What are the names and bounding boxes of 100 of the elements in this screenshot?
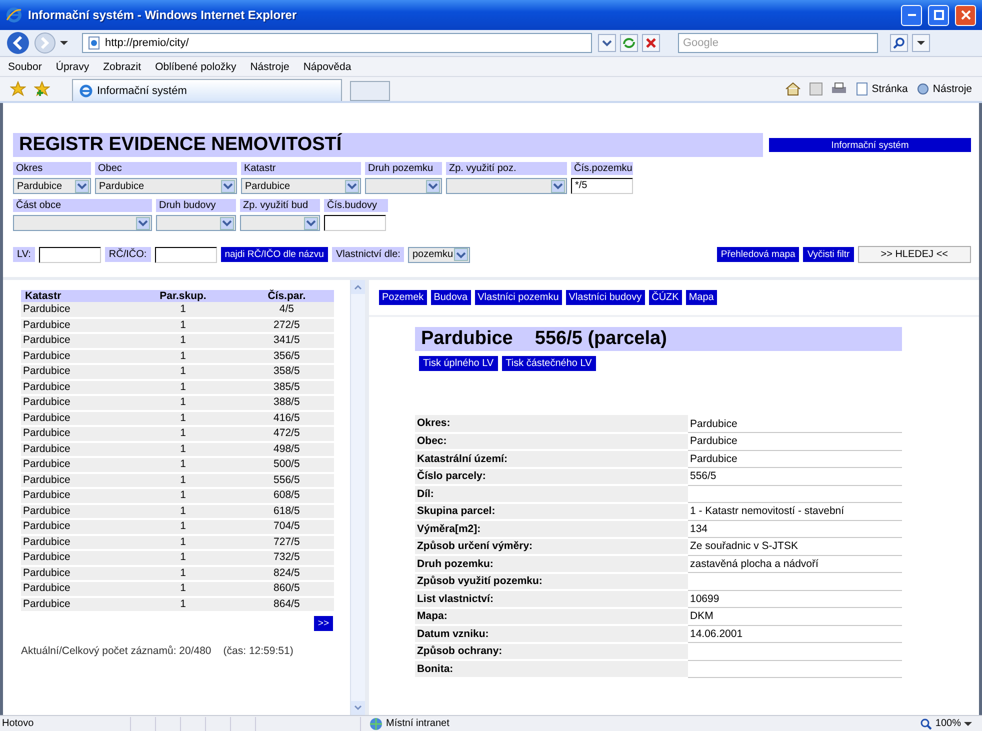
- toolbar-button[interactable]: Nástroje: [916, 82, 972, 96]
- table-cell: Pardubice: [21, 550, 127, 566]
- table-cell: 388/5: [239, 395, 334, 410]
- favorites-star-icon[interactable]: [10, 81, 26, 97]
- caret-icon: [456, 250, 466, 258]
- tab[interactable]: ČÚZK: [648, 290, 682, 305]
- tab[interactable]: Vlastníci budovy: [566, 290, 645, 305]
- field-value: 556/5: [688, 468, 902, 485]
- dropdown[interactable]: Pardubice: [95, 178, 237, 194]
- table-cell: 1: [126, 550, 240, 566]
- minimize-button[interactable]: [901, 4, 922, 26]
- menu-item[interactable]: Zobrazit: [103, 60, 142, 72]
- search-icon: [893, 37, 905, 49]
- caret-icon: [964, 720, 972, 726]
- status-text: Hotovo: [1, 718, 35, 729]
- field-value: 10699: [688, 590, 902, 608]
- browser-tab[interactable]: Informační systém: [72, 79, 342, 101]
- table-cell: Pardubice: [21, 302, 127, 318]
- dropdown[interactable]: Pardubice: [241, 178, 361, 194]
- caret-icon: [553, 182, 563, 190]
- zoom-control[interactable]: 100%: [920, 718, 972, 730]
- action-button[interactable]: Vyčisti filtr: [803, 247, 854, 262]
- table-cell: 4/5: [239, 302, 334, 318]
- browser-logo-icon: [6, 7, 22, 23]
- menu-item[interactable]: Nástroje: [250, 60, 290, 72]
- table-cell: 1: [126, 302, 240, 318]
- menu-item[interactable]: Úpravy: [56, 60, 90, 72]
- search-options-button[interactable]: [912, 34, 930, 52]
- tab[interactable]: Mapa: [686, 290, 717, 305]
- tab-title: Informační systém: [97, 84, 187, 96]
- menu-item[interactable]: Oblíbené položky: [155, 60, 236, 72]
- caret-icon[interactable]: [60, 40, 68, 46]
- field-label: Díl:: [415, 485, 688, 502]
- field-label: Katastrální území:: [415, 450, 688, 468]
- next-page-button[interactable]: >>: [314, 616, 333, 631]
- caret-icon: [223, 182, 233, 190]
- search-button[interactable]: [890, 34, 908, 52]
- close-button[interactable]: [955, 4, 976, 26]
- field-label: Zp. využití bud: [240, 199, 320, 212]
- find-button[interactable]: najdi RČ/IČO dle názvu: [220, 247, 328, 262]
- table-cell: 1: [126, 395, 240, 410]
- table-cell: 1: [126, 519, 240, 534]
- dropdown[interactable]: [156, 215, 236, 231]
- home-icon[interactable]: [784, 82, 801, 96]
- tab[interactable]: Budova: [430, 290, 471, 305]
- table-cell: Pardubice: [21, 581, 127, 596]
- input-field[interactable]: [154, 246, 217, 262]
- input-field[interactable]: */5: [571, 178, 633, 194]
- menu-item[interactable]: Nápověda: [303, 60, 352, 72]
- field-label: Druh budovy: [156, 199, 236, 212]
- field-label: Datum vzniku:: [415, 625, 688, 642]
- minimize-icon: [908, 14, 916, 16]
- dropdown-button[interactable]: [598, 34, 616, 52]
- caret-icon: [428, 182, 438, 190]
- toolbar-button[interactable]: Stránka: [854, 82, 908, 96]
- action-button[interactable]: Přehledová mapa: [716, 247, 800, 262]
- parcel-place: Pardubice: [421, 328, 513, 350]
- caret-icon: [138, 219, 148, 227]
- stop-button[interactable]: [642, 34, 660, 52]
- table-cell: 1: [126, 581, 240, 596]
- zoom-icon: [920, 718, 932, 730]
- dropdown[interactable]: [13, 215, 152, 231]
- refresh-button[interactable]: [620, 34, 638, 52]
- search-button[interactable]: >> HLEDEJ <<: [858, 246, 971, 263]
- table-cell: 1: [126, 457, 240, 472]
- input-field[interactable]: [38, 246, 101, 262]
- field-value: zastavěná plocha a nádvoří: [688, 555, 902, 572]
- maximize-button[interactable]: [928, 4, 949, 26]
- scroll-up-button[interactable]: [351, 280, 365, 294]
- print-icon[interactable]: [830, 82, 847, 96]
- zone-label: Místní intranet: [386, 718, 450, 729]
- table-cell: 1: [126, 488, 240, 504]
- table-cell: Pardubice: [21, 426, 127, 442]
- dropdown[interactable]: [365, 178, 442, 194]
- field-label: Čís.pozemku: [571, 162, 633, 175]
- scroll-down-button[interactable]: [351, 701, 365, 715]
- field-value: 1 - Katastr nemovitostí - stavební: [688, 502, 902, 520]
- menu-item[interactable]: Soubor: [8, 60, 42, 72]
- table-cell: Pardubice: [21, 333, 127, 348]
- field-label: Druh pozemku:: [415, 555, 688, 572]
- dropdown[interactable]: pozemku: [408, 246, 470, 262]
- input-field[interactable]: [324, 215, 386, 231]
- table-cell: Pardubice: [21, 519, 127, 534]
- globe-icon: [369, 716, 383, 730]
- system-button[interactable]: Informační systém: [769, 138, 971, 152]
- tab[interactable]: Vlastníci pozemku: [474, 290, 562, 305]
- caret-icon: [347, 182, 357, 190]
- parcel-number: 556/5 (parcela): [534, 328, 667, 350]
- dropdown[interactable]: [446, 178, 567, 194]
- add-favorite-icon[interactable]: [34, 81, 50, 97]
- address-field[interactable]: http://premio/city/: [82, 33, 592, 53]
- back-icon[interactable]: [6, 31, 30, 55]
- dropdown[interactable]: Pardubice: [13, 178, 91, 194]
- tab[interactable]: Pozemek: [379, 290, 427, 305]
- maximize-icon: [934, 10, 944, 20]
- print-button[interactable]: Tisk částečného LV: [502, 356, 596, 371]
- field-value: Pardubice: [688, 432, 902, 450]
- window-title: Informační systém - Windows Internet Explorer: [28, 8, 298, 22]
- print-button[interactable]: Tisk úplného LV: [419, 356, 498, 371]
- field-label: RČ/IČO:: [104, 247, 151, 262]
